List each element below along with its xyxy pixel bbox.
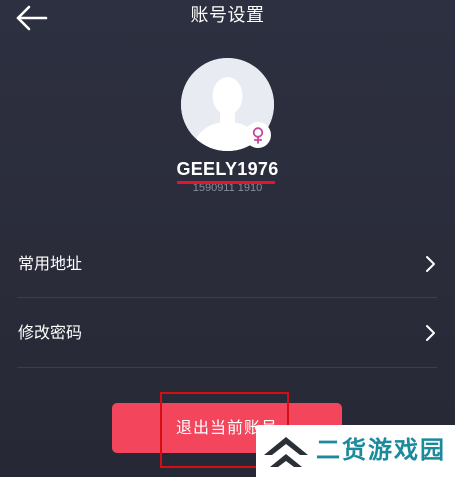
- username: GEELY1976: [176, 159, 279, 179]
- gender-badge: [245, 122, 271, 148]
- redaction-line: [177, 181, 275, 184]
- watermark-text: 二货游戏园: [316, 436, 446, 464]
- divider: [17, 367, 437, 368]
- menu-item-change-password[interactable]: 修改密码: [0, 301, 455, 365]
- chevron-right-icon: [425, 323, 437, 343]
- phone-number: 1590911 1910: [192, 184, 263, 194]
- menu-item-label: 修改密码: [18, 323, 83, 342]
- account-settings-screen: 账号设置 GEELY1976 1590911 1910 常用地址 修改密码 退出: [0, 0, 455, 477]
- watermark: 二货游戏园: [256, 425, 455, 477]
- chevron-right-icon: [425, 254, 437, 274]
- female-icon: [252, 127, 264, 144]
- divider: [17, 297, 437, 298]
- page-title: 账号设置: [190, 5, 265, 26]
- menu-item-label: 常用地址: [18, 254, 83, 273]
- watermark-logo-icon: [264, 437, 308, 467]
- menu-item-address[interactable]: 常用地址: [0, 232, 455, 296]
